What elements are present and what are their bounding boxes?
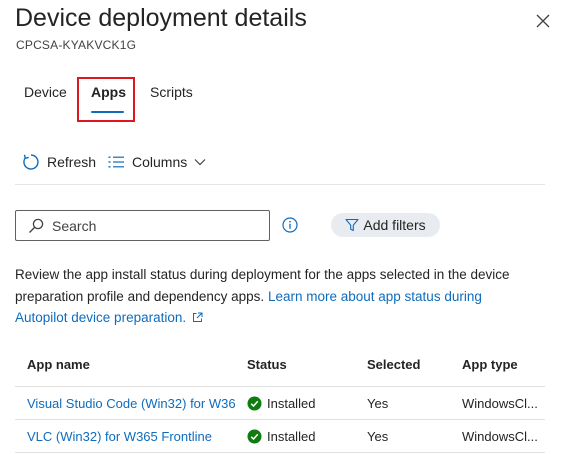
table-header-divider	[15, 386, 545, 387]
table-row-selected: Yes	[367, 396, 389, 411]
tab-scripts[interactable]: Scripts	[150, 84, 193, 100]
refresh-label: Refresh	[47, 154, 97, 170]
search-placeholder: Search	[52, 217, 97, 234]
check-circle-icon	[247, 396, 262, 411]
table-row-divider	[15, 419, 545, 420]
info-icon[interactable]	[282, 217, 298, 233]
table-row-app-type: WindowsCl...	[462, 429, 538, 444]
columns-icon	[108, 156, 124, 168]
columns-label: Columns	[132, 154, 188, 170]
table-row-app-name-link[interactable]: Visual Studio Code (Win32) for W365	[27, 396, 235, 411]
check-circle-icon	[247, 429, 262, 444]
apps-tab-highlight	[77, 77, 135, 122]
columns-button[interactable]: Columns	[108, 152, 206, 172]
device-name-subtitle: CPCSA-KYAKVCK1G	[16, 38, 137, 52]
column-header-app-name[interactable]: App name	[27, 357, 90, 372]
page-title: Device deployment details	[15, 4, 307, 32]
refresh-icon	[23, 154, 39, 170]
tab-device[interactable]: Device	[24, 84, 67, 100]
column-header-app-type[interactable]: App type	[462, 357, 518, 372]
table-row-app-type: WindowsCl...	[462, 396, 538, 411]
search-input[interactable]: Search	[15, 210, 270, 241]
filter-icon	[345, 218, 359, 232]
chevron-down-icon	[194, 159, 206, 166]
table-row-status: Installed	[247, 396, 315, 411]
table-row-selected: Yes	[367, 429, 389, 444]
column-header-status[interactable]: Status	[247, 357, 287, 372]
refresh-button[interactable]: Refresh	[22, 152, 96, 172]
status-text: Installed	[267, 429, 316, 444]
close-icon	[536, 14, 550, 28]
close-button[interactable]	[532, 10, 554, 32]
search-icon	[29, 218, 44, 233]
status-text: Installed	[267, 396, 316, 411]
column-header-selected[interactable]: Selected	[367, 357, 420, 372]
table-row-status: Installed	[247, 429, 315, 444]
add-filters-button[interactable]: Add filters	[331, 213, 440, 237]
description: Review the app install status during dep…	[15, 264, 535, 329]
table-row-app-name-link[interactable]: VLC (Win32) for W365 Frontline	[27, 429, 235, 444]
table-row-divider	[15, 452, 545, 453]
external-link-icon	[193, 312, 203, 322]
toolbar-divider	[15, 184, 545, 185]
add-filters-label: Add filters	[363, 217, 426, 233]
